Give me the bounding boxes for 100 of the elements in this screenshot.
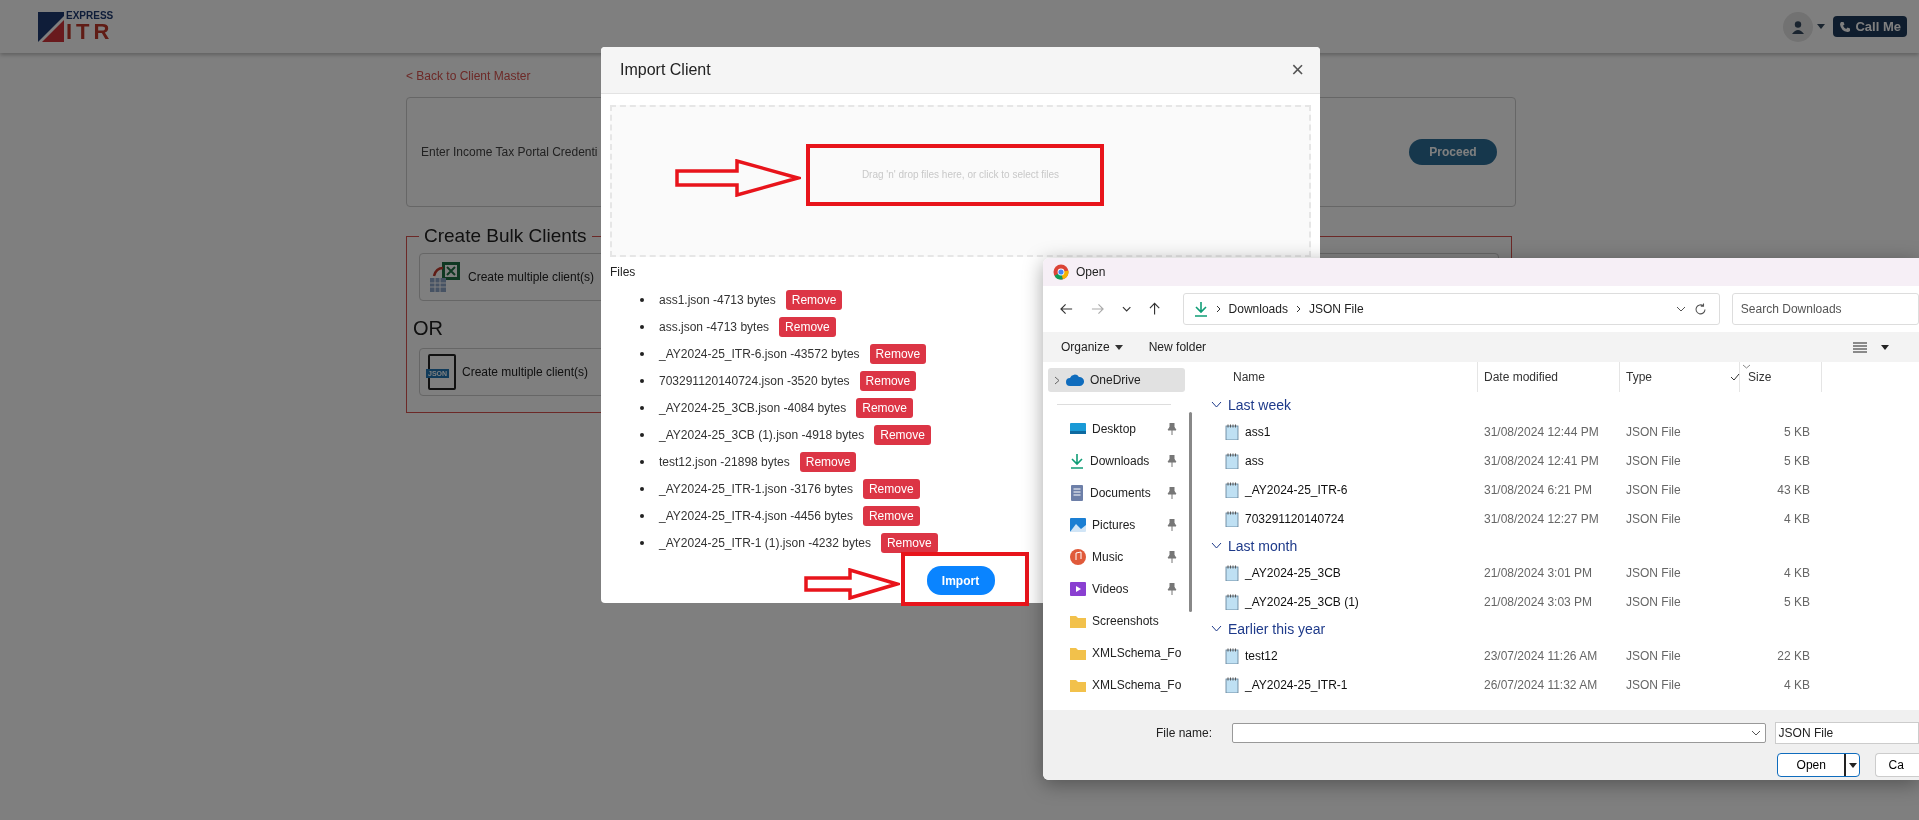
nav-item[interactable]: Downloads: [1048, 449, 1185, 473]
phone-icon: [1839, 20, 1852, 33]
bullet-icon: [640, 487, 644, 491]
notepad-icon: [1225, 452, 1239, 469]
breadcrumb[interactable]: Downloads: [1228, 302, 1288, 316]
music-icon: [1070, 549, 1086, 565]
remove-button[interactable]: Remove: [799, 452, 857, 472]
file-entry: _AY2024-25_ITR-1.json -3176 bytes: [659, 482, 853, 496]
open-button[interactable]: Open: [1777, 753, 1861, 777]
nav-item[interactable]: Music: [1048, 545, 1185, 569]
remove-button[interactable]: Remove: [862, 506, 920, 526]
dialog-title: Import Client: [620, 61, 711, 79]
column-header[interactable]: Size: [1740, 362, 1822, 392]
file-entry: _AY2024-25_3CB (1).json -4918 bytes: [659, 428, 865, 442]
address-bar[interactable]: Downloads JSON File: [1182, 293, 1720, 325]
notepad-icon: [1225, 423, 1239, 440]
call-me-button[interactable]: Call Me: [1833, 16, 1907, 37]
video-icon: [1070, 582, 1086, 596]
file-type-dropdown[interactable]: JSON File: [1774, 722, 1919, 744]
chevron-down-icon[interactable]: [1750, 730, 1761, 736]
caret-icon[interactable]: [1881, 344, 1889, 350]
nav-item[interactable]: Videos: [1048, 577, 1185, 601]
organize-button[interactable]: Organize: [1055, 336, 1129, 358]
cancel-button[interactable]: Ca: [1875, 753, 1919, 777]
column-header[interactable]: Name: [1203, 362, 1478, 392]
file-row[interactable]: _AY2024-25_3CB (1) 21/08/2024 3:03 PM JSON File 5 KB: [1203, 587, 1919, 616]
bullet-icon: [640, 406, 644, 410]
bullet-icon: [640, 433, 644, 437]
nav-item[interactable]: Pictures: [1048, 513, 1185, 537]
file-row[interactable]: test12 23/07/2024 11:26 AM JSON File 22 KB: [1203, 641, 1919, 670]
file-name-label: File name:: [1156, 726, 1214, 740]
remove-button[interactable]: Remove: [874, 425, 931, 445]
logo-text: ITR: [66, 20, 114, 43]
chevron-down-icon: [1211, 625, 1222, 632]
chevron-down-icon: [1211, 542, 1222, 549]
nav-item[interactable]: XMLSchema_Fo: [1048, 641, 1185, 665]
nav-item[interactable]: XMLSchema_Fo: [1048, 673, 1185, 697]
file-entry: 703291120140724.json -3520 bytes: [659, 374, 850, 388]
chevron-down-icon[interactable]: [1675, 306, 1686, 312]
file-row[interactable]: _AY2024-25_ITR-1 26/07/2024 11:32 AM JSON File 4 KB: [1203, 670, 1919, 699]
chevron-right-icon: [1215, 305, 1221, 313]
view-list-icon[interactable]: [1853, 341, 1867, 353]
scrollbar-thumb[interactable]: [1189, 412, 1192, 612]
sort-chevron-icon: [1742, 364, 1751, 369]
bullet-icon: [640, 352, 644, 356]
import-button[interactable]: Import: [926, 566, 995, 595]
nav-item[interactable]: Screenshots: [1048, 609, 1185, 633]
notepad-icon: [1225, 593, 1239, 610]
notepad-icon: [1225, 510, 1239, 527]
check-icon[interactable]: [1730, 373, 1740, 381]
file-row[interactable]: _AY2024-25_3CB 21/08/2024 3:01 PM JSON File 4 KB: [1203, 558, 1919, 587]
column-header[interactable]: Type: [1620, 362, 1740, 392]
file-row[interactable]: ass1 31/08/2024 12:44 PM JSON File 5 KB: [1203, 417, 1919, 446]
file-entry: _AY2024-25_3CB.json -4084 bytes: [659, 401, 847, 415]
remove-button[interactable]: Remove: [869, 344, 927, 364]
breadcrumb[interactable]: JSON File: [1308, 302, 1364, 316]
file-row[interactable]: _AY2024-25_ITR-6 31/08/2024 6:21 PM JSON File 43 KB: [1203, 475, 1919, 504]
or-text: OR: [413, 317, 443, 340]
document-icon: [1070, 485, 1084, 501]
download-icon: [1193, 301, 1208, 317]
up-arrow-icon[interactable]: [1149, 302, 1161, 316]
file-entry: _AY2024-25_ITR-1 (1).json -4232 bytes: [659, 536, 871, 550]
remove-button[interactable]: Remove: [859, 371, 917, 391]
remove-button[interactable]: Remove: [862, 479, 920, 499]
remove-button[interactable]: Remove: [785, 290, 843, 310]
nav-item[interactable]: Desktop: [1048, 417, 1185, 441]
logo-icon: [38, 11, 64, 42]
remove-button[interactable]: Remove: [880, 533, 938, 553]
group-header[interactable]: Earlier this year: [1203, 616, 1919, 641]
file-entry: ass.json -4713 bytes: [659, 320, 770, 334]
bullet-icon: [640, 325, 644, 329]
notepad-icon: [1225, 676, 1239, 693]
caret-icon: [1114, 344, 1123, 350]
file-row[interactable]: ass 31/08/2024 12:41 PM JSON File 5 KB: [1203, 446, 1919, 475]
nav-item[interactable]: OneDrive: [1048, 368, 1185, 392]
refresh-icon[interactable]: [1693, 302, 1707, 316]
files-label: Files: [610, 265, 636, 279]
chevron-down-icon[interactable]: [1122, 306, 1132, 312]
spreadsheet-icon: [428, 260, 462, 294]
search-field[interactable]: Search Downloads: [1731, 293, 1919, 325]
folder-icon: [1070, 646, 1086, 660]
group-header[interactable]: Last week: [1203, 392, 1919, 417]
close-button[interactable]: ×: [1287, 57, 1308, 83]
back-arrow-icon[interactable]: [1060, 303, 1074, 315]
logo-text: EXPRESS: [66, 10, 114, 21]
bullet-icon: [640, 379, 644, 383]
browser-icon: [1053, 264, 1069, 280]
file-name-field[interactable]: [1231, 723, 1766, 743]
credentials-label: Enter Income Tax Portal Credenti: [421, 145, 598, 159]
file-row[interactable]: 703291120140724 31/08/2024 12:27 PM JSON File 4 KB: [1203, 504, 1919, 533]
window-title: Open: [1076, 265, 1106, 279]
column-header[interactable]: Date modified: [1478, 362, 1620, 392]
user-avatar-icon[interactable]: [1783, 11, 1814, 42]
option-label: Create multiple client(s): [468, 270, 595, 284]
bullet-icon: [640, 460, 644, 464]
remove-button[interactable]: Remove: [779, 317, 836, 337]
nav-item[interactable]: Documents: [1048, 481, 1185, 505]
group-header[interactable]: Last month: [1203, 533, 1919, 558]
new-folder-button[interactable]: New folder: [1142, 336, 1213, 358]
remove-button[interactable]: Remove: [856, 398, 913, 418]
